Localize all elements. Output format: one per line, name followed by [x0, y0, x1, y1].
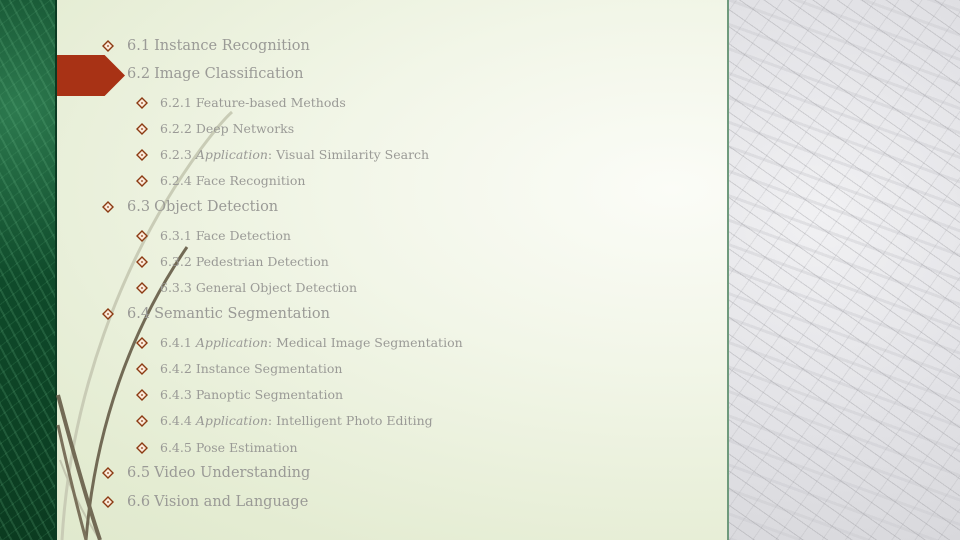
outline-item: 6.2.3 Application: Visual Similarity Sea… — [136, 147, 429, 162]
outline-item-title: Deep Networks — [195, 121, 295, 136]
outline-item-number: 6.4.5 — [160, 440, 192, 455]
diamond-bullet-icon — [136, 336, 148, 349]
outline-item-title: : Medical Image Segmentation — [267, 335, 463, 350]
outline-item-title: Object Detection — [154, 199, 279, 215]
outline-item-title: : Visual Similarity Search — [267, 147, 430, 162]
diamond-bullet-icon — [136, 255, 148, 268]
outline-item: 6.3.2 Pedestrian Detection — [136, 254, 329, 269]
diamond-bullet-icon — [136, 388, 148, 401]
diamond-bullet-icon — [136, 362, 148, 375]
outline-item-title: General Object Detection — [195, 280, 358, 295]
outline-item: 6.4.1 Application: Medical Image Segment… — [136, 335, 463, 350]
outline-item-number: 6.3 — [127, 199, 151, 215]
outline-item: 6.4.5 Pose Estimation — [136, 440, 298, 455]
outline-item-title: Semantic Segmentation — [154, 306, 330, 322]
outline-item: 6.3.3 General Object Detection — [136, 280, 357, 295]
diamond-bullet-icon — [102, 40, 114, 52]
diamond-bullet-icon — [136, 96, 148, 109]
outline-item-number: 6.3.1 — [160, 228, 192, 243]
diamond-bullet-icon — [102, 467, 114, 479]
outline-item-number: 6.2.2 — [160, 121, 192, 136]
outline-item-number: 6.2.3 — [160, 147, 192, 162]
outline-item-title: Face Recognition — [195, 173, 306, 188]
outline-item: 6.1 Instance Recognition — [102, 38, 310, 54]
outline-item: 6.4.4 Application: Intelligent Photo Edi… — [136, 413, 433, 428]
outline-item-number: 6.5 — [127, 465, 151, 481]
diamond-bullet-icon — [102, 496, 114, 508]
swoosh-dark-curve-2 — [56, 394, 102, 540]
outline-item: 6.2 Image Classification — [102, 66, 304, 82]
outline-item: 6.3.1 Face Detection — [136, 228, 291, 243]
outline-item-title: Vision and Language — [154, 494, 309, 510]
diamond-bullet-icon — [102, 308, 114, 320]
outline-item-prefix: Application — [195, 335, 268, 350]
outline-item-title: Panoptic Segmentation — [195, 387, 344, 402]
outline-item-title: Video Understanding — [154, 465, 311, 481]
green-marble-strip — [0, 0, 57, 540]
outline-item: 6.2.2 Deep Networks — [136, 121, 294, 136]
outline-item-title: Face Detection — [195, 228, 291, 243]
outline-item-number: 6.4 — [127, 306, 151, 322]
outline-item-prefix: Application — [195, 147, 268, 162]
outline-item-title: Feature-based Methods — [195, 95, 346, 110]
outline-item-title: Instance Recognition — [154, 38, 310, 54]
outline-item-number: 6.2.1 — [160, 95, 192, 110]
marble-panel — [727, 0, 960, 540]
outline-item-number: 6.4.3 — [160, 387, 192, 402]
outline-item-title: : Intelligent Photo Editing — [267, 413, 433, 428]
outline-item: 6.4.3 Panoptic Segmentation — [136, 387, 343, 402]
outline-item-title: Pose Estimation — [195, 440, 298, 455]
outline-item-number: 6.3.2 — [160, 254, 192, 269]
diamond-bullet-icon — [136, 441, 148, 454]
outline-item: 6.5 Video Understanding — [102, 465, 310, 481]
outline-item: 6.2.1 Feature-based Methods — [136, 95, 346, 110]
diamond-bullet-icon — [136, 148, 148, 161]
outline-item-number: 6.6 — [127, 494, 151, 510]
outline-item: 6.3 Object Detection — [102, 199, 278, 215]
outline-item-number: 6.3.3 — [160, 280, 192, 295]
outline-item-number: 6.4.2 — [160, 361, 192, 376]
outline-item: 6.4.2 Instance Segmentation — [136, 361, 342, 376]
outline-item: 6.6 Vision and Language — [102, 494, 308, 510]
outline-item-number: 6.1 — [127, 38, 151, 54]
outline-item-title: Image Classification — [154, 66, 304, 82]
slide: 6.1 Instance Recognition 6.2 Image Classi… — [0, 0, 960, 540]
outline-item-title: Instance Segmentation — [195, 361, 343, 376]
diamond-bullet-icon — [136, 414, 148, 427]
outline-item-number: 6.4.1 — [160, 335, 192, 350]
diamond-bullet-icon — [136, 174, 148, 187]
outline-item-number: 6.2 — [127, 66, 151, 82]
swoosh-light-curve-2 — [59, 459, 101, 540]
outline-item-title: Pedestrian Detection — [195, 254, 329, 269]
outline-item-prefix: Application — [195, 413, 268, 428]
outline-item: 6.4 Semantic Segmentation — [102, 306, 330, 322]
diamond-bullet-icon — [136, 281, 148, 294]
diamond-bullet-icon — [136, 122, 148, 135]
diamond-bullet-icon — [102, 201, 114, 213]
diamond-bullet-icon — [136, 229, 148, 242]
outline-item: 6.2.4 Face Recognition — [136, 173, 305, 188]
swoosh-dark-curve-3 — [56, 424, 88, 540]
outline-item-number: 6.2.4 — [160, 173, 192, 188]
outline-item-number: 6.4.4 — [160, 413, 192, 428]
